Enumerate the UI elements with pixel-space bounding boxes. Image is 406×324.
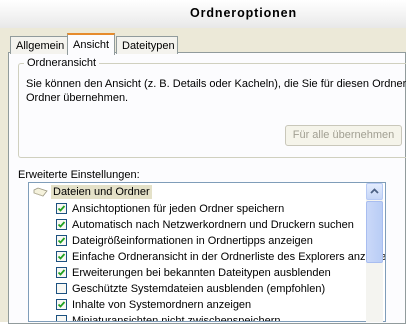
setting-label: Automatisch nach Netzwerkordnern und Dru…: [72, 219, 354, 231]
setting-checkbox[interactable]: [56, 283, 67, 294]
setting-row[interactable]: Miniaturansichten nicht zwischenspeicher…: [29, 313, 385, 322]
advanced-settings-list[interactable]: Dateien und Ordner Ansichtoptionen für j…: [28, 182, 386, 322]
setting-checkbox[interactable]: [56, 299, 67, 310]
checkmark-icon: [57, 237, 66, 244]
folder-icon: [33, 187, 48, 197]
folder-view-description-line1: Sie können den Ansicht (z. B. Details od…: [26, 78, 406, 90]
checkmark-icon: [57, 253, 66, 260]
setting-label: Geschützte Systemdateien ausblenden (emp…: [72, 283, 326, 295]
folder-view-group-title: Ordneransicht: [24, 57, 100, 69]
setting-checkbox[interactable]: [56, 235, 67, 246]
category-label: Dateien und Ordner: [51, 185, 152, 199]
setting-row[interactable]: Ansichtoptionen für jeden Ordner speiche…: [29, 201, 385, 217]
folder-view-description-line2: Ordner übernehmen.: [26, 92, 129, 104]
setting-row[interactable]: Dateigrößeinformationen in Ordnertipps a…: [29, 233, 385, 249]
folder-view-description: Sie können den Ansicht (z. B. Details od…: [26, 77, 406, 105]
arrow-up-icon: [370, 188, 379, 194]
category-files-folders[interactable]: Dateien und Ordner: [29, 184, 385, 200]
tab-ansicht[interactable]: Ansicht: [67, 33, 115, 55]
setting-checkbox[interactable]: [56, 267, 67, 278]
scroll-thumb[interactable]: [366, 201, 383, 263]
setting-row[interactable]: Inhalte von Systemordnern anzeigen: [29, 297, 385, 313]
title-bar[interactable]: Ordneroptionen: [0, 0, 406, 28]
tab-label: Ansicht: [73, 39, 110, 51]
setting-label: Miniaturansichten nicht zwischenspeicher…: [72, 315, 281, 322]
checkmark-icon: [57, 269, 66, 276]
setting-checkbox[interactable]: [56, 203, 67, 214]
setting-label: Dateigrößeinformationen in Ordnertipps a…: [72, 235, 313, 247]
advanced-settings-label: Erweiterte Einstellungen:: [18, 169, 140, 181]
setting-row[interactable]: Automatisch nach Netzwerkordnern und Dru…: [29, 217, 385, 233]
setting-checkbox[interactable]: [56, 251, 67, 262]
setting-checkbox[interactable]: [56, 219, 67, 230]
list-scrollbar[interactable]: [366, 183, 383, 322]
tab-dateitypen[interactable]: Dateitypen: [116, 36, 178, 54]
window-title: Ordneroptionen: [190, 6, 298, 20]
tab-label: Allgemein: [16, 40, 65, 52]
setting-label: Erweiterungen bei bekannten Dateitypen a…: [72, 267, 331, 279]
setting-row[interactable]: Geschützte Systemdateien ausblenden (emp…: [29, 281, 385, 297]
tab-label: Dateitypen: [122, 40, 175, 52]
checkmark-icon: [57, 301, 66, 308]
setting-checkbox[interactable]: [56, 315, 67, 321]
tab-allgemein[interactable]: Allgemein: [10, 36, 68, 54]
setting-label: Einfache Ordneransicht in der Ordnerlist…: [72, 251, 386, 263]
apply-to-all-folders-button[interactable]: Für alle übernehmen: [285, 125, 402, 146]
setting-label: Inhalte von Systemordnern anzeigen: [72, 299, 252, 311]
checkmark-icon: [57, 205, 66, 212]
setting-label: Ansichtoptionen für jeden Ordner speiche…: [72, 203, 285, 215]
checkmark-icon: [57, 221, 66, 228]
scroll-up-button[interactable]: [366, 183, 383, 200]
setting-row[interactable]: Erweiterungen bei bekannten Dateitypen a…: [29, 265, 385, 281]
setting-row[interactable]: Einfache Ordneransicht in der Ordnerlist…: [29, 249, 386, 265]
